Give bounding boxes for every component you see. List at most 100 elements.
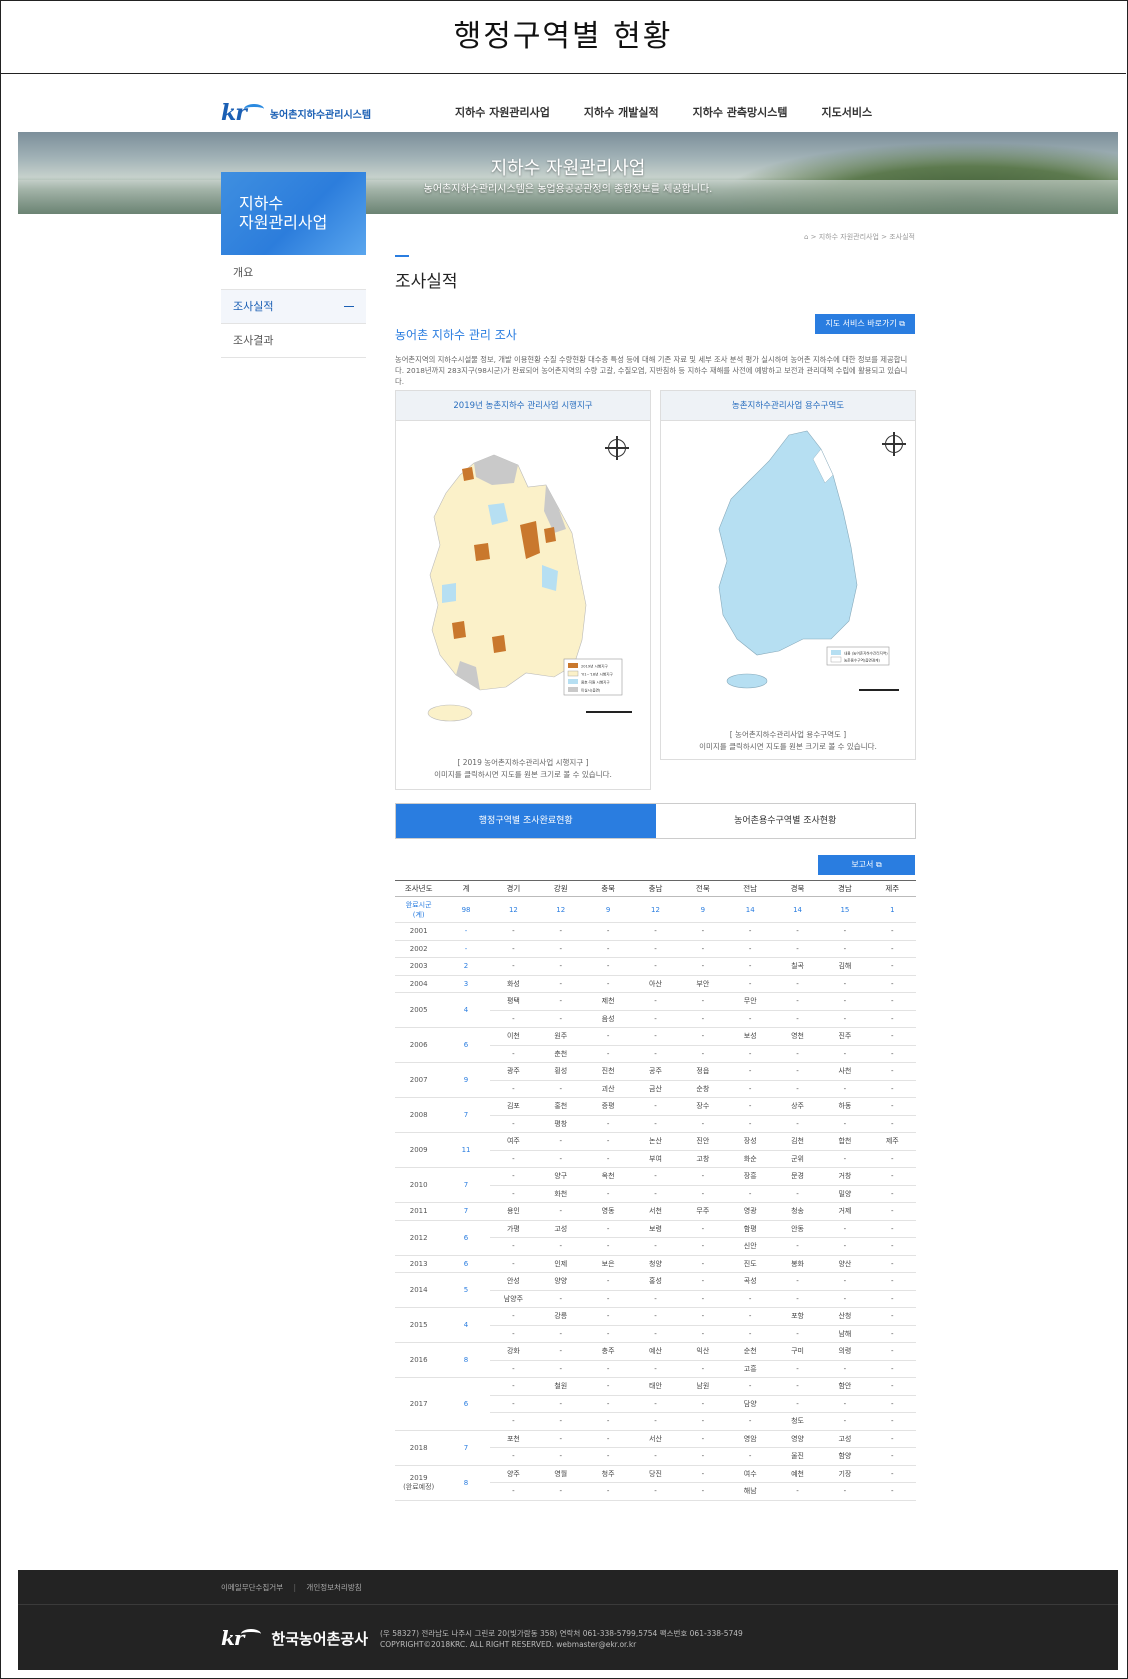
year-cell: 2016 [395, 1342, 443, 1378]
region-cell: 진도 [726, 1255, 774, 1273]
map-scale-bar [859, 689, 899, 691]
legend-swatch-zone [831, 650, 841, 655]
report-button[interactable]: 보고서 ⧉ [818, 855, 915, 875]
tab-admin-district[interactable]: 행정구역별 조사완료현황 [396, 804, 656, 838]
region-cell: - [868, 1412, 916, 1431]
region-cell: - [631, 1307, 680, 1326]
region-cell: - [821, 1482, 869, 1501]
jeju-island [726, 673, 768, 689]
region-cell: - [773, 992, 822, 1011]
column-header: 충남 [631, 880, 680, 897]
tab-water-zone[interactable]: 농어촌용수구역별 조사현황 [656, 804, 916, 838]
table-row: 2011 7 용인 - 영동 서천 무주 영광 청송 거제 - [395, 1202, 916, 1221]
footer-address: (우 58327) 전라남도 나주시 그린로 20(빛가람동 358) 연락처 … [380, 1629, 743, 1638]
region-cell: - [821, 1395, 869, 1413]
year-cell: 2019 (완료예정) [395, 1465, 443, 1501]
sidebar-item-survey-outcome[interactable]: 조사결과 [221, 324, 366, 358]
map-orange-region-2 [474, 543, 490, 561]
region-cell: 순천 [726, 1342, 774, 1361]
region-cell: 김포 [489, 1097, 538, 1116]
region-cell: 원주 [537, 1027, 585, 1046]
region-cell: 논산 [631, 1132, 680, 1151]
region-cell: - [868, 1307, 916, 1326]
korea-map-water-zone[interactable]: 내용 (농어촌지하수관리지역) 농촌용수구역(읍면경계) [661, 425, 915, 725]
region-cell: 여수 [726, 1465, 774, 1483]
region-cell: - [821, 975, 869, 993]
region-cell: 홍성 [631, 1272, 680, 1291]
year-cell: 2015 [395, 1307, 443, 1343]
region-cell: 남해 [821, 1325, 869, 1343]
region-cell: 강화 [489, 1342, 538, 1361]
completion-cell: 9 [584, 896, 632, 923]
table-row: 2019 (완료예정) 8 양주 영월 청주 당진 - 여수 예천 기장 - [395, 1465, 916, 1501]
region-cell: 광주 [489, 1062, 538, 1081]
home-icon[interactable]: ⌂ [804, 233, 808, 241]
region-cell: 가평 [489, 1220, 538, 1238]
table-row: 2009 11 여주 - - 논산 진안 장성 김천 합천 제주 [395, 1132, 916, 1168]
region-cell: - [489, 1150, 538, 1168]
map-card-water-zone[interactable]: 농촌지하수관리사업 용수구역도 내용 (농어촌지하수관리지역) 농촌용수구역(읍… [660, 390, 916, 760]
year-label: 2014 [409, 1286, 428, 1294]
region-cell: - [584, 1150, 632, 1168]
region-cell: - [821, 1150, 869, 1168]
section-description: 농어촌지역의 지하수시설물 정보, 개발 이용현황 수질 수량현황 대수층 특성… [395, 355, 908, 386]
region-cell: 청양 [631, 1255, 680, 1273]
total-cell: 5 [442, 1272, 490, 1308]
region-cell: 밀양 [821, 1185, 869, 1203]
region-cell: 봉화 [773, 1255, 822, 1273]
region-cell: - [584, 1430, 632, 1448]
menu-item-monitoring[interactable]: 지하수 관측망시스템 [693, 104, 788, 120]
korea-map-2019[interactable]: 2019년 시행지구 '01~'18년 시행지구 용호·지원 시행지구 미실시(… [396, 425, 650, 735]
year-label: 2010 [409, 1181, 428, 1189]
region-cell: 하동 [821, 1097, 869, 1116]
region-cell: - [868, 940, 916, 958]
region-cell: 이천 [489, 1027, 538, 1046]
total-cell: 4 [442, 992, 490, 1028]
region-cell: - [868, 1097, 916, 1116]
site-logo[interactable]: kr 농어촌지하수관리시스템 [221, 100, 371, 126]
banner-subtitle: 농어촌지하수관리시스템은 농업용공공관정의 종합정보를 제공합니다. [423, 184, 713, 195]
menu-item-map-service[interactable]: 지도서비스 [822, 104, 873, 120]
year-cell: 2014 [395, 1272, 443, 1308]
region-cell: - [489, 1360, 538, 1378]
survey-table: 조사년도 계 경기 강원 충북 충남 전북 전남 경북 경남 제주 완료시군 (계) 98 12 12 9 12… [395, 880, 916, 1501]
table-row: 2003 2- - - - - - 칠곡 김해 - [395, 957, 916, 976]
region-cell: - [584, 1377, 632, 1396]
map-blue-region-3 [442, 583, 456, 603]
region-cell: 안동 [773, 1220, 822, 1238]
region-cell: 청도 [773, 1412, 822, 1431]
completion-cell: 14 [773, 896, 822, 923]
jeju-island [427, 704, 473, 722]
region-cell: 남양주 [489, 1290, 538, 1308]
kr-logo-icon: kr [221, 100, 247, 126]
logo-text: 농어촌지하수관리시스템 [269, 109, 372, 121]
map-service-button[interactable]: 지도 서비스 바로가기 ⧉ [815, 314, 915, 334]
footer-link-email-policy[interactable]: 이메일무단수집거부 [221, 1583, 283, 1592]
sidebar-item-survey-results[interactable]: 조사실적 [221, 290, 366, 324]
region-cell: - [584, 1447, 632, 1466]
year-cell: 2004 [395, 975, 443, 993]
year-label: 2016 [409, 1356, 428, 1364]
region-cell: 영암 [726, 1430, 774, 1448]
menu-item-resource[interactable]: 지하수 자원관리사업 [455, 104, 550, 120]
region-cell: - [631, 1325, 680, 1343]
region-cell: - [537, 922, 585, 941]
map-orange-region-5 [492, 635, 506, 653]
year-label: 2006 [409, 1041, 428, 1049]
legend-swatch-past [567, 670, 579, 677]
region-cell: - [679, 1290, 727, 1308]
column-header: 제주 [868, 880, 916, 897]
region-cell: - [773, 1237, 822, 1256]
region-cell: - [868, 975, 916, 993]
year-label: 2003 [409, 962, 428, 971]
sidebar-item-overview[interactable]: 개요 [221, 256, 366, 290]
region-cell: 곡성 [726, 1272, 774, 1291]
map-card-2019[interactable]: 2019년 농촌지하수 관리사업 시행지구 2019년 시행지구 '01~'18… [395, 390, 651, 790]
region-cell: - [631, 957, 680, 976]
logo-arc-icon [241, 1629, 262, 1639]
year-cell: 2005 [395, 992, 443, 1028]
menu-item-development[interactable]: 지하수 개발실적 [584, 104, 659, 120]
region-cell: 김천 [773, 1132, 822, 1151]
total-cell: 6 [442, 1220, 490, 1256]
footer-link-privacy[interactable]: 개인정보처리방침 [306, 1583, 361, 1592]
